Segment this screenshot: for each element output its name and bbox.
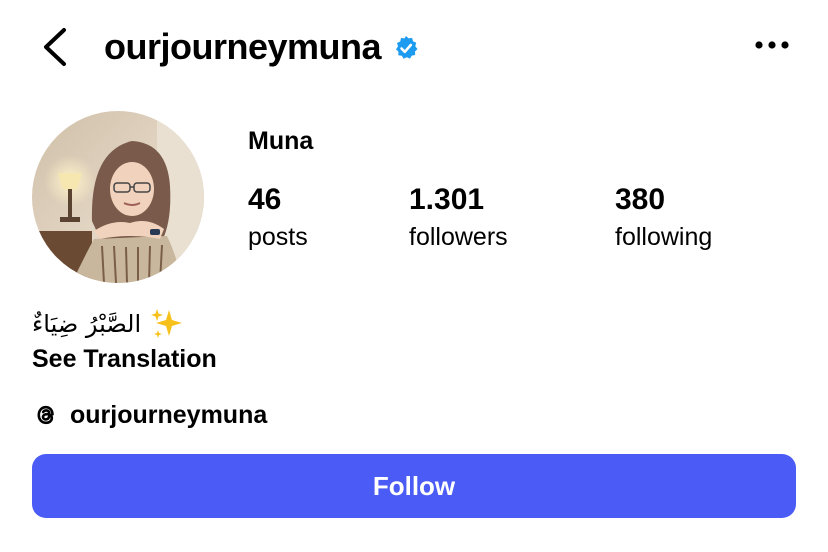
sparkles-icon: [149, 306, 185, 342]
stat-posts[interactable]: 46 posts: [248, 180, 308, 254]
verified-badge-icon: [393, 35, 419, 61]
profile-header: ourjourneymuna: [0, 0, 828, 96]
stat-posts-count: 46: [248, 183, 282, 216]
display-name: Muna: [248, 127, 314, 155]
threads-icon: [37, 405, 54, 425]
back-button[interactable]: [36, 24, 76, 70]
bio-text: الصَّبْرُ ضِيَاءٌ: [32, 310, 142, 338]
profile-username: ourjourneymuna: [104, 26, 382, 67]
threads-link[interactable]: ourjourneymuna: [32, 395, 267, 435]
stat-followers-label: followers: [409, 223, 508, 251]
stat-following[interactable]: 380 following: [615, 180, 712, 254]
see-translation-link[interactable]: See Translation: [32, 341, 217, 377]
stat-following-count: 380: [615, 183, 666, 216]
threads-handle: ourjourneymuna: [70, 401, 268, 429]
more-horizontal-icon: [755, 41, 789, 49]
stat-following-label: following: [615, 223, 713, 251]
avatar[interactable]: [32, 111, 204, 283]
follow-button[interactable]: Follow: [32, 454, 796, 518]
more-options-button[interactable]: [750, 30, 794, 60]
stat-followers-count: 1.301: [409, 183, 485, 216]
chevron-left-icon: [44, 28, 66, 66]
stat-posts-label: posts: [248, 223, 308, 251]
bio: الصَّبْرُ ضِيَاءٌ: [32, 304, 185, 344]
stat-followers[interactable]: 1.301 followers: [409, 180, 508, 254]
username-row: ourjourneymuna: [104, 22, 419, 72]
